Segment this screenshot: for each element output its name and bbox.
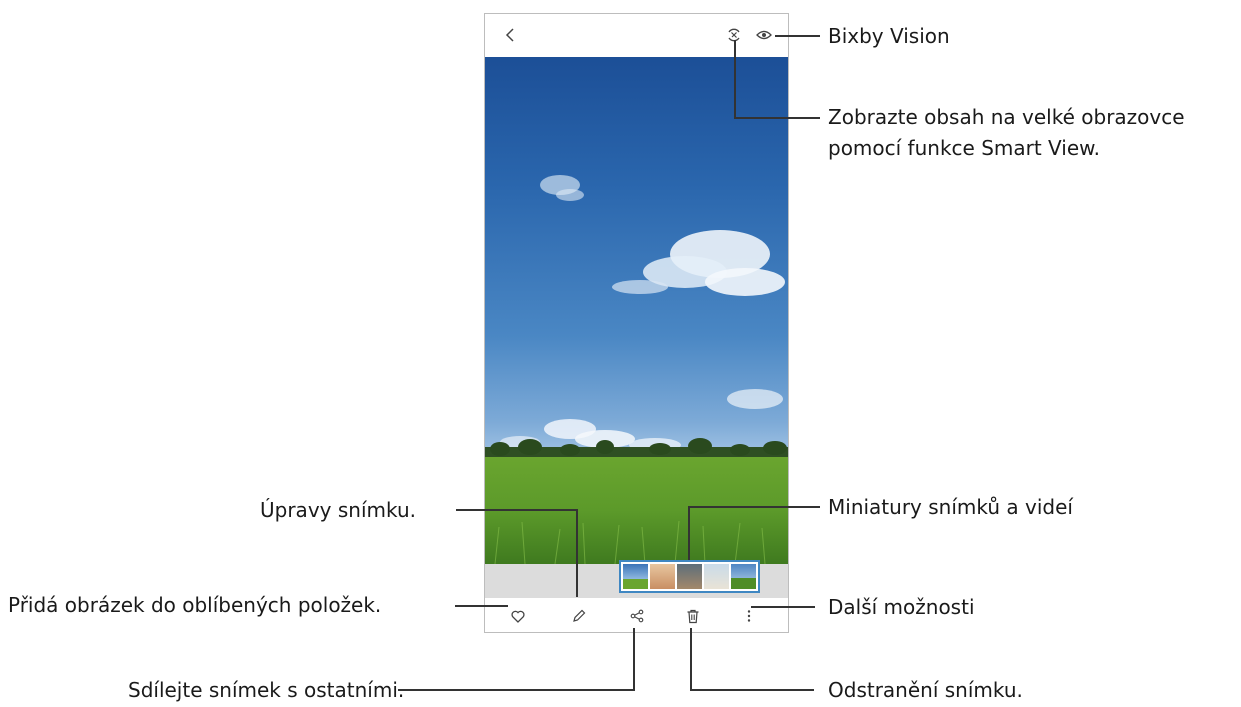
back-button[interactable] [499,24,521,46]
eye-icon [756,30,772,40]
callout-line-thumbnails-vertical [688,506,690,560]
callout-line-delete-horizontal [690,689,814,691]
thumbnail-person[interactable] [650,564,675,589]
pencil-icon [573,609,586,622]
callout-line-smart-view-horizontal [734,117,820,119]
thumbnail-family[interactable] [704,564,729,589]
thumbnail-strip [619,560,760,593]
callout-bixby-vision: Bixby Vision [828,24,950,48]
trash-icon [687,609,699,623]
callout-line-smart-view-vertical [734,40,736,119]
more-vertical-icon [747,610,751,622]
edit-button[interactable] [569,606,589,626]
heart-icon [511,610,525,623]
callout-line-share-horizontal [398,689,635,691]
callout-delete: Odstranění snímku. [828,678,1023,702]
callout-line-edit-horizontal [456,509,578,511]
landscape-photo [485,175,788,564]
callout-line-favorite [455,605,508,607]
delete-button[interactable] [683,606,703,626]
callout-line-thumbnails-horizontal [688,506,820,508]
callout-line-more-options [751,606,815,608]
share-icon [630,609,644,623]
chevron-left-icon [505,28,514,42]
callout-line-bixby-vision [775,35,820,37]
callout-favorite: Přidá obrázek do oblíbených položek. [8,593,382,617]
gallery-bottom-bar [485,598,788,632]
thumbnail-field[interactable] [731,564,756,589]
callout-line-delete-vertical [690,628,692,691]
more-options-button[interactable] [739,606,759,626]
photo-viewer[interactable] [485,57,788,564]
callout-thumbnails: Miniatury snímků a videí [828,495,1073,519]
bixby-vision-button[interactable] [754,25,774,45]
callout-more-options: Další možnosti [828,595,975,619]
callout-smart-view-line2: pomocí funkce Smart View. [828,136,1101,160]
share-button[interactable] [627,606,647,626]
callout-share: Sdílejte snímek s ostatními. [128,678,405,702]
callout-edit: Úpravy snímku. [260,498,416,522]
callout-line-edit-vertical [576,509,578,597]
thumbnail-couple[interactable] [677,564,702,589]
phone-frame [484,13,789,633]
callout-line-share-vertical [633,628,635,691]
gallery-top-bar [485,14,788,57]
favorite-button[interactable] [508,606,528,626]
callout-smart-view-line1: Zobrazte obsah na velké obrazovce [828,105,1185,129]
thumbnail-sky[interactable] [623,564,648,589]
